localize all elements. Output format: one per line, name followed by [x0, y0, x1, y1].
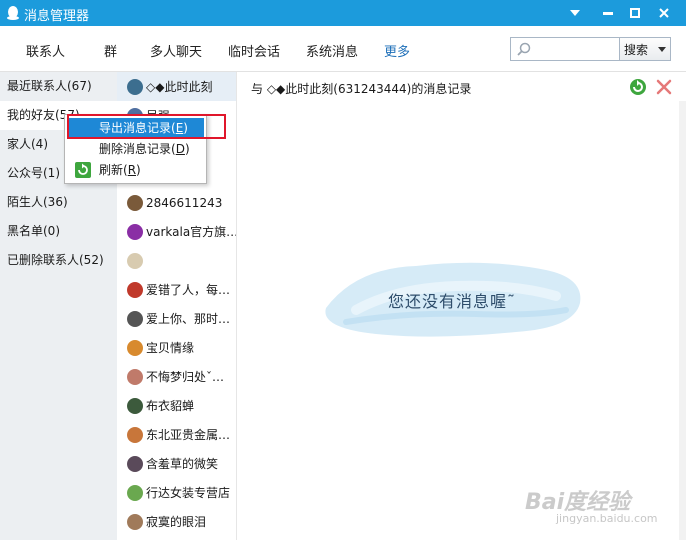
list-item[interactable]: 宝贝情缘 — [117, 333, 236, 362]
contact-name: 2846611243 — [146, 195, 223, 210]
contact-name: 宝贝情缘 — [146, 341, 195, 355]
search-button[interactable]: 搜索 — [619, 37, 671, 61]
avatar — [127, 281, 143, 298]
search-icon — [517, 42, 531, 56]
avatar — [127, 426, 143, 443]
contact-name: 含羞草的微笑 — [146, 457, 219, 471]
contact-name: 布衣貂蝉 — [146, 399, 195, 413]
avatar — [127, 513, 143, 530]
scrollbar[interactable] — [679, 101, 686, 540]
tab-multi-chat[interactable]: 多人聊天 — [150, 41, 202, 60]
chevron-down-icon — [658, 47, 666, 52]
list-item[interactable]: varkala官方旗… — [117, 217, 236, 246]
list-item[interactable]: 爱错了人，每… — [117, 275, 236, 304]
menu-item-close-paren: ) — [136, 163, 141, 177]
menu-item-shortcut: R — [127, 163, 137, 177]
menu-dropdown-button[interactable] — [561, 0, 589, 26]
list-item[interactable]: ◇◆此时此刻 — [117, 72, 236, 101]
list-item[interactable]: 含羞草的微笑 — [117, 449, 236, 478]
avatar — [127, 368, 143, 385]
avatar — [127, 223, 143, 240]
avatar — [127, 78, 143, 95]
menu-item-label: 删除消息记录( — [99, 142, 176, 156]
avatar — [127, 339, 143, 356]
contact-name: 爱上你、那时… — [146, 312, 231, 326]
chevron-down-icon — [570, 10, 580, 16]
menu-item-label: 导出消息记录( — [99, 121, 176, 135]
list-item[interactable]: 2846611243 — [117, 188, 236, 217]
maximize-icon — [630, 8, 640, 18]
window-title: 消息管理器 — [24, 9, 90, 24]
list-item[interactable]: 不悔梦归处ˇ… — [117, 362, 236, 391]
contact-name: 东北亚贵金属… — [146, 428, 231, 442]
empty-message-text: 您还没有消息喔˜ — [388, 292, 517, 311]
list-item[interactable]: 爱上你、那时… — [117, 304, 236, 333]
tab-temp-session[interactable]: 临时会话 — [228, 41, 280, 60]
tab-groups[interactable]: 群 — [104, 41, 117, 60]
list-item[interactable]: 东北亚贵金属… — [117, 420, 236, 449]
contact-name: varkala官方旗… — [146, 225, 236, 239]
list-item[interactable]: 寂寞的眼泪 — [117, 507, 236, 536]
contact-name: 爱错了人，每… — [146, 283, 231, 297]
watermark-url: jingyan.baidu.com — [556, 512, 658, 525]
category-recent[interactable]: 最近联系人(67) — [0, 72, 117, 101]
minimize-icon — [603, 11, 613, 15]
list-item[interactable] — [117, 246, 236, 275]
qq-penguin-icon — [7, 6, 19, 20]
tab-system-messages[interactable]: 系统消息 — [306, 41, 358, 60]
contact-name: 不悔梦归处ˇ… — [146, 370, 225, 384]
avatar — [127, 194, 143, 211]
refresh-icon[interactable] — [629, 78, 647, 96]
title-bar: 消息管理器 — [0, 0, 686, 26]
close-button[interactable] — [650, 0, 678, 26]
tab-contacts[interactable]: 联系人 — [26, 41, 65, 60]
category-strangers[interactable]: 陌生人(36) — [0, 188, 117, 217]
menu-item-refresh[interactable]: 刷新(R) — [69, 160, 204, 180]
delete-icon[interactable] — [655, 78, 673, 96]
avatar — [127, 252, 143, 269]
contact-name: ◇◆此时此刻 — [146, 80, 213, 94]
minimize-button[interactable] — [594, 0, 622, 26]
menu-item-export-records[interactable]: 导出消息记录(E) — [69, 118, 204, 138]
context-menu: 导出消息记录(E) 删除消息记录(D) 刷新(R) — [64, 114, 207, 184]
avatar — [127, 397, 143, 414]
menu-item-shortcut: D — [175, 142, 185, 156]
search-button-label: 搜索 — [624, 42, 649, 57]
tab-bar: 联系人 群 多人聊天 临时会话 系统消息 更多 搜索 — [0, 26, 686, 72]
refresh-icon — [75, 162, 91, 178]
message-header: 与 ◇◆此时此刻(631243444)的消息记录 — [237, 72, 686, 101]
avatar — [127, 310, 143, 327]
menu-item-close-paren: ) — [184, 142, 190, 156]
message-header-title: 与 ◇◆此时此刻(631243444)的消息记录 — [251, 82, 472, 96]
tab-more[interactable]: 更多 — [384, 41, 410, 60]
menu-item-delete-records[interactable]: 删除消息记录(D) — [69, 139, 204, 159]
category-blacklist[interactable]: 黑名单(0) — [0, 217, 117, 246]
avatar — [127, 455, 143, 472]
search-input[interactable] — [535, 40, 617, 58]
menu-item-close-paren: ) — [183, 121, 188, 135]
contact-name: 寂寞的眼泪 — [146, 515, 207, 529]
list-item[interactable]: 行达女装专营店 — [117, 478, 236, 507]
category-deleted[interactable]: 已删除联系人(52) — [0, 246, 117, 275]
avatar — [127, 484, 143, 501]
search-box — [510, 37, 620, 61]
close-icon — [659, 8, 669, 18]
maximize-button[interactable] — [621, 0, 649, 26]
contact-name: 行达女装专营店 — [146, 486, 231, 500]
menu-item-label: 刷新( — [99, 163, 128, 177]
list-item[interactable]: 布衣貂蝉 — [117, 391, 236, 420]
